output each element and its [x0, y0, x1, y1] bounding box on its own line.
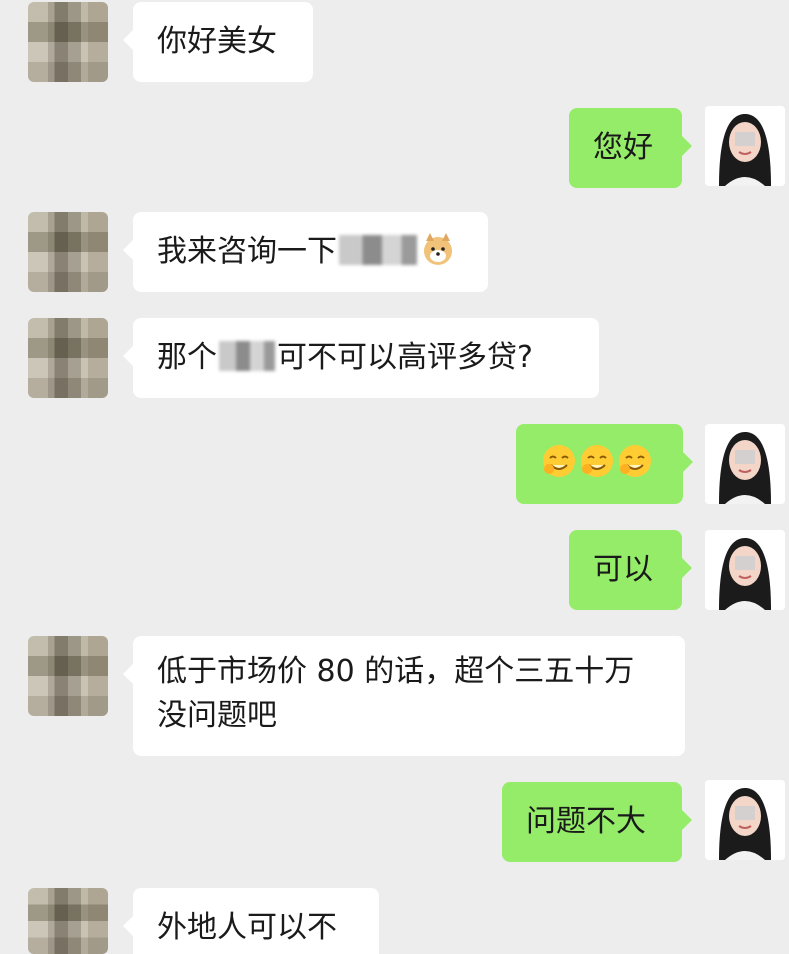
message-bubble-incoming[interactable]: 我来咨询一下 — [123, 212, 488, 292]
redacted-text — [219, 341, 275, 371]
message-text: 我来咨询一下 — [157, 234, 337, 269]
message-text-line: 低于市场价 80 的话，超个三五十万 — [157, 654, 635, 689]
user-avatar[interactable] — [705, 530, 785, 610]
message-text: 你好美女 — [157, 24, 277, 59]
woman-avatar-icon — [705, 780, 785, 860]
laughing-face-emoji — [543, 445, 575, 477]
laughing-face-emoji — [581, 445, 613, 477]
message-text-line: 没问题吧 — [157, 698, 277, 733]
redacted-text — [339, 235, 417, 265]
contact-avatar[interactable] — [28, 636, 108, 716]
message-text: 问题不大 — [526, 804, 646, 839]
contact-avatar[interactable] — [28, 888, 108, 954]
message-bubble-incoming[interactable]: 外地人可以不 — [123, 888, 379, 954]
message-bubble-outgoing[interactable]: 问题不大 — [502, 782, 692, 862]
user-avatar[interactable] — [705, 780, 785, 860]
chat-window: 你好美女 您好 我来咨询一下 那个 可不可以高评多贷? 可以 低于市场价 80 … — [0, 0, 789, 954]
message-text-end: 可不可以高评多贷? — [277, 340, 533, 375]
woman-avatar-icon — [705, 424, 785, 504]
message-bubble-incoming[interactable]: 你好美女 — [123, 2, 313, 82]
message-text: 您好 — [593, 130, 653, 165]
message-text: 可以 — [593, 552, 653, 587]
user-avatar[interactable] — [705, 106, 785, 186]
laughing-face-emoji — [619, 445, 651, 477]
message-bubble-outgoing[interactable]: 可以 — [569, 530, 692, 610]
woman-avatar-icon — [705, 106, 785, 186]
message-bubble-outgoing[interactable] — [516, 424, 693, 504]
contact-avatar[interactable] — [28, 212, 108, 292]
message-bubble-incoming[interactable]: 低于市场价 80 的话，超个三五十万 没问题吧 — [123, 636, 685, 756]
contact-avatar[interactable] — [28, 318, 108, 398]
user-avatar[interactable] — [705, 424, 785, 504]
contact-avatar[interactable] — [28, 2, 108, 82]
message-bubble-outgoing[interactable]: 您好 — [569, 108, 692, 188]
message-text: 外地人可以不 — [157, 910, 337, 945]
woman-avatar-icon — [705, 530, 785, 610]
message-bubble-incoming[interactable]: 那个 可不可以高评多贷? — [123, 318, 599, 398]
message-text-start: 那个 — [157, 340, 217, 375]
doge-emoji-icon — [424, 233, 452, 265]
